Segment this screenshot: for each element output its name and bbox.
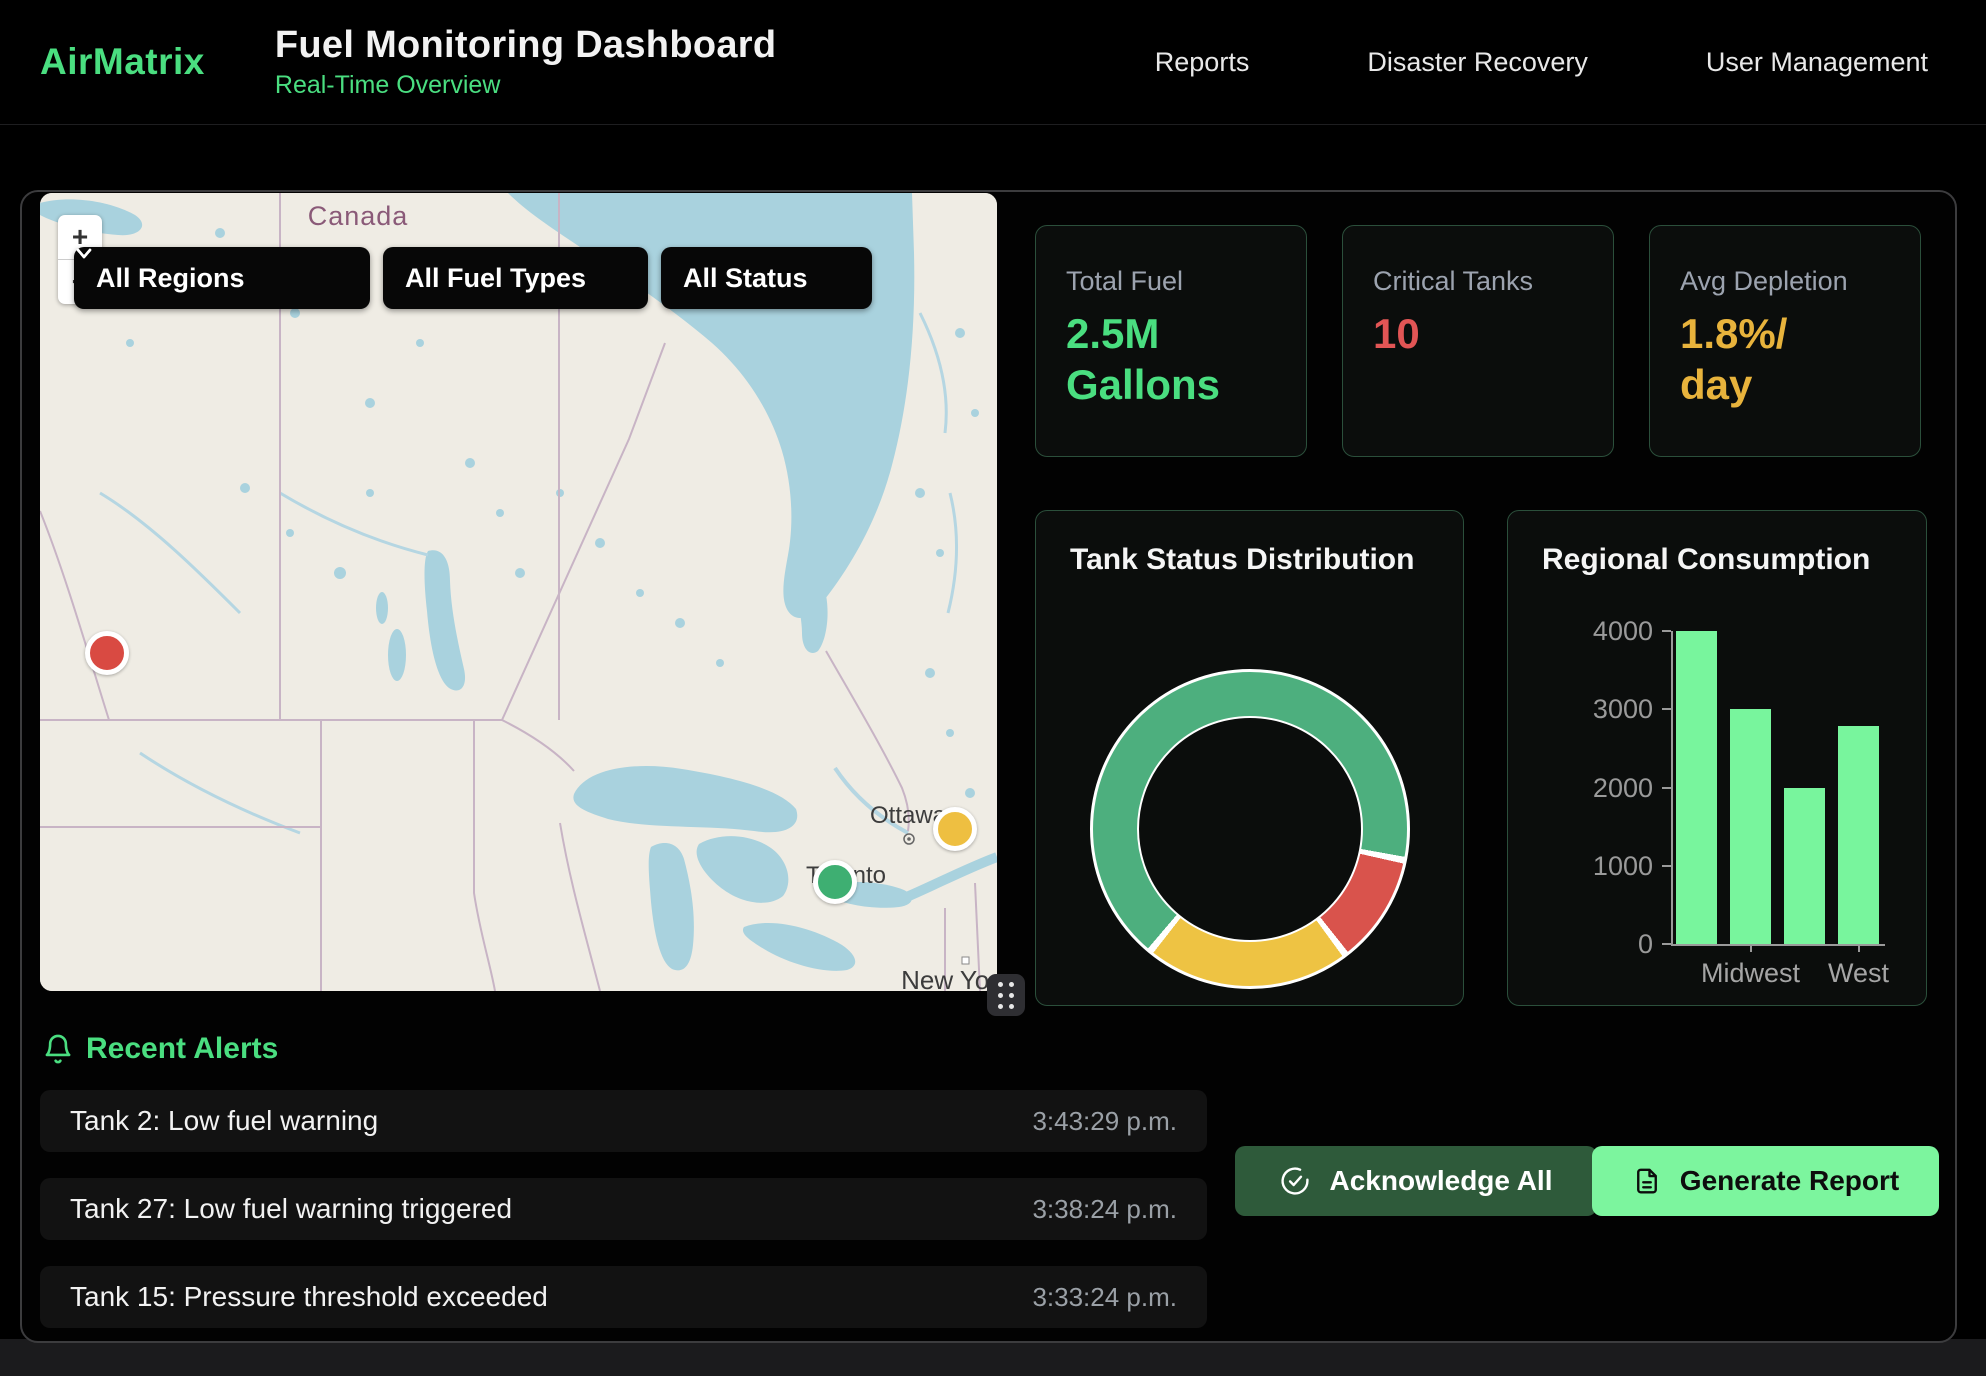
alert-message: Tank 27: Low fuel warning triggered: [70, 1193, 512, 1225]
stat-label: Avg Depletion: [1680, 266, 1848, 297]
title-block: Fuel Monitoring Dashboard Real-Time Over…: [275, 24, 776, 100]
donut-hole: [1137, 716, 1363, 942]
stat-label: Total Fuel: [1066, 266, 1183, 297]
y-axis-tick-label: 0: [1577, 929, 1653, 959]
tank-status-distribution-card: Tank Status Distribution: [1035, 510, 1464, 1006]
stat-value: 10: [1373, 308, 1420, 359]
main-nav: Reports Disaster Recovery User Managemen…: [1155, 47, 1928, 78]
alerts-header: Recent Alerts: [42, 1032, 278, 1066]
alert-message: Tank 15: Pressure threshold exceeded: [70, 1281, 548, 1313]
y-axis-tick-label: 4000: [1577, 616, 1653, 646]
new-york-town-icon: [962, 957, 969, 964]
check-circle-icon: [1279, 1165, 1311, 1197]
acknowledge-all-label: Acknowledge All: [1329, 1165, 1552, 1197]
nav-item-reports[interactable]: Reports: [1155, 47, 1250, 78]
map[interactable]: Canada Ottawa Toronto New York + − All R…: [40, 193, 997, 991]
stat-value: 2.5M Gallons: [1066, 308, 1220, 410]
stat-label: Critical Tanks: [1373, 266, 1533, 297]
status-filter-dropdown[interactable]: All Status: [661, 247, 872, 309]
alerts-title: Recent Alerts: [86, 1032, 278, 1066]
fuel-monitoring-dashboard: AirMatrix Fuel Monitoring Dashboard Real…: [0, 0, 1986, 1376]
tank-marker-normal[interactable]: [813, 860, 857, 904]
nav-item-disaster-recovery[interactable]: Disaster Recovery: [1367, 47, 1588, 78]
alert-time: 3:38:24 p.m.: [1032, 1194, 1177, 1225]
nav-item-user-management[interactable]: User Management: [1706, 47, 1928, 78]
stat-card-critical-tanks: Critical Tanks 10: [1342, 225, 1614, 457]
y-axis-tick-label: 2000: [1577, 773, 1653, 803]
fuel-type-filter-dropdown[interactable]: All Fuel Types: [383, 247, 648, 309]
page-title: Fuel Monitoring Dashboard: [275, 24, 776, 67]
resize-grip-handle[interactable]: [987, 974, 1025, 1016]
fuel-type-filter-value: All Fuel Types: [405, 263, 586, 294]
y-axis-tick-mark: [1662, 630, 1671, 632]
app-logo: AirMatrix: [40, 41, 205, 83]
y-axis-tick-mark: [1662, 943, 1671, 945]
alert-time: 3:33:24 p.m.: [1032, 1282, 1177, 1313]
y-axis-tick-mark: [1662, 865, 1671, 867]
map-label-canada: Canada: [308, 201, 409, 231]
x-axis-tick-mark: [1858, 944, 1860, 952]
generate-report-button[interactable]: Generate Report: [1592, 1146, 1939, 1216]
y-axis-tick-label: 3000: [1577, 694, 1653, 724]
map-filters: All Regions All Fuel Types All Status: [74, 247, 872, 309]
content-shell: Canada Ottawa Toronto New York + − All R…: [20, 190, 1957, 1343]
bar-region-3: [1784, 788, 1825, 945]
alert-row[interactable]: Tank 27: Low fuel warning triggered 3:38…: [40, 1178, 1207, 1240]
page-subtitle: Real-Time Overview: [275, 71, 776, 100]
alert-row[interactable]: Tank 2: Low fuel warning 3:43:29 p.m.: [40, 1090, 1207, 1152]
chart-title: Regional Consumption: [1542, 543, 1870, 577]
regional-consumption-card: Regional Consumption 01000200030004000Mi…: [1507, 510, 1927, 1006]
bar-region-1: [1676, 631, 1717, 944]
tank-marker-warning[interactable]: [933, 807, 977, 851]
chart-title: Tank Status Distribution: [1070, 543, 1414, 577]
x-axis-tick-mark: [1750, 944, 1752, 952]
y-axis-tick-label: 1000: [1577, 851, 1653, 881]
header: AirMatrix Fuel Monitoring Dashboard Real…: [0, 0, 1986, 125]
x-axis-tick-label: West: [1789, 958, 1929, 989]
bottom-strip: [0, 1339, 1986, 1376]
bar-West: [1838, 726, 1879, 944]
region-filter-value: All Regions: [96, 263, 245, 294]
bar-Midwest: [1730, 709, 1771, 944]
regional-consumption-bar-chart: 01000200030004000MidwestWest: [1671, 631, 1885, 946]
alert-message: Tank 2: Low fuel warning: [70, 1105, 378, 1137]
alert-row[interactable]: Tank 15: Pressure threshold exceeded 3:3…: [40, 1266, 1207, 1328]
bar-series: [1676, 631, 1879, 944]
status-filter-value: All Status: [683, 263, 808, 294]
stat-value: 1.8%/ day: [1680, 308, 1787, 410]
report-document-icon: [1632, 1165, 1662, 1197]
bell-icon: [42, 1032, 74, 1066]
tank-status-donut-chart: [1090, 669, 1410, 989]
y-axis-tick-mark: [1662, 708, 1671, 710]
chevron-down-icon: [74, 247, 94, 261]
region-filter-dropdown[interactable]: All Regions: [74, 247, 370, 309]
alert-time: 3:43:29 p.m.: [1032, 1106, 1177, 1137]
y-axis-tick-mark: [1662, 787, 1671, 789]
stat-card-total-fuel: Total Fuel 2.5M Gallons: [1035, 225, 1307, 457]
stat-card-avg-depletion: Avg Depletion 1.8%/ day: [1649, 225, 1921, 457]
generate-report-label: Generate Report: [1680, 1165, 1899, 1197]
acknowledge-all-button[interactable]: Acknowledge All: [1235, 1146, 1597, 1216]
map-label-new-york: New York: [901, 965, 997, 991]
tank-marker-critical[interactable]: [85, 631, 129, 675]
ottawa-town-dot-icon: [907, 837, 911, 841]
